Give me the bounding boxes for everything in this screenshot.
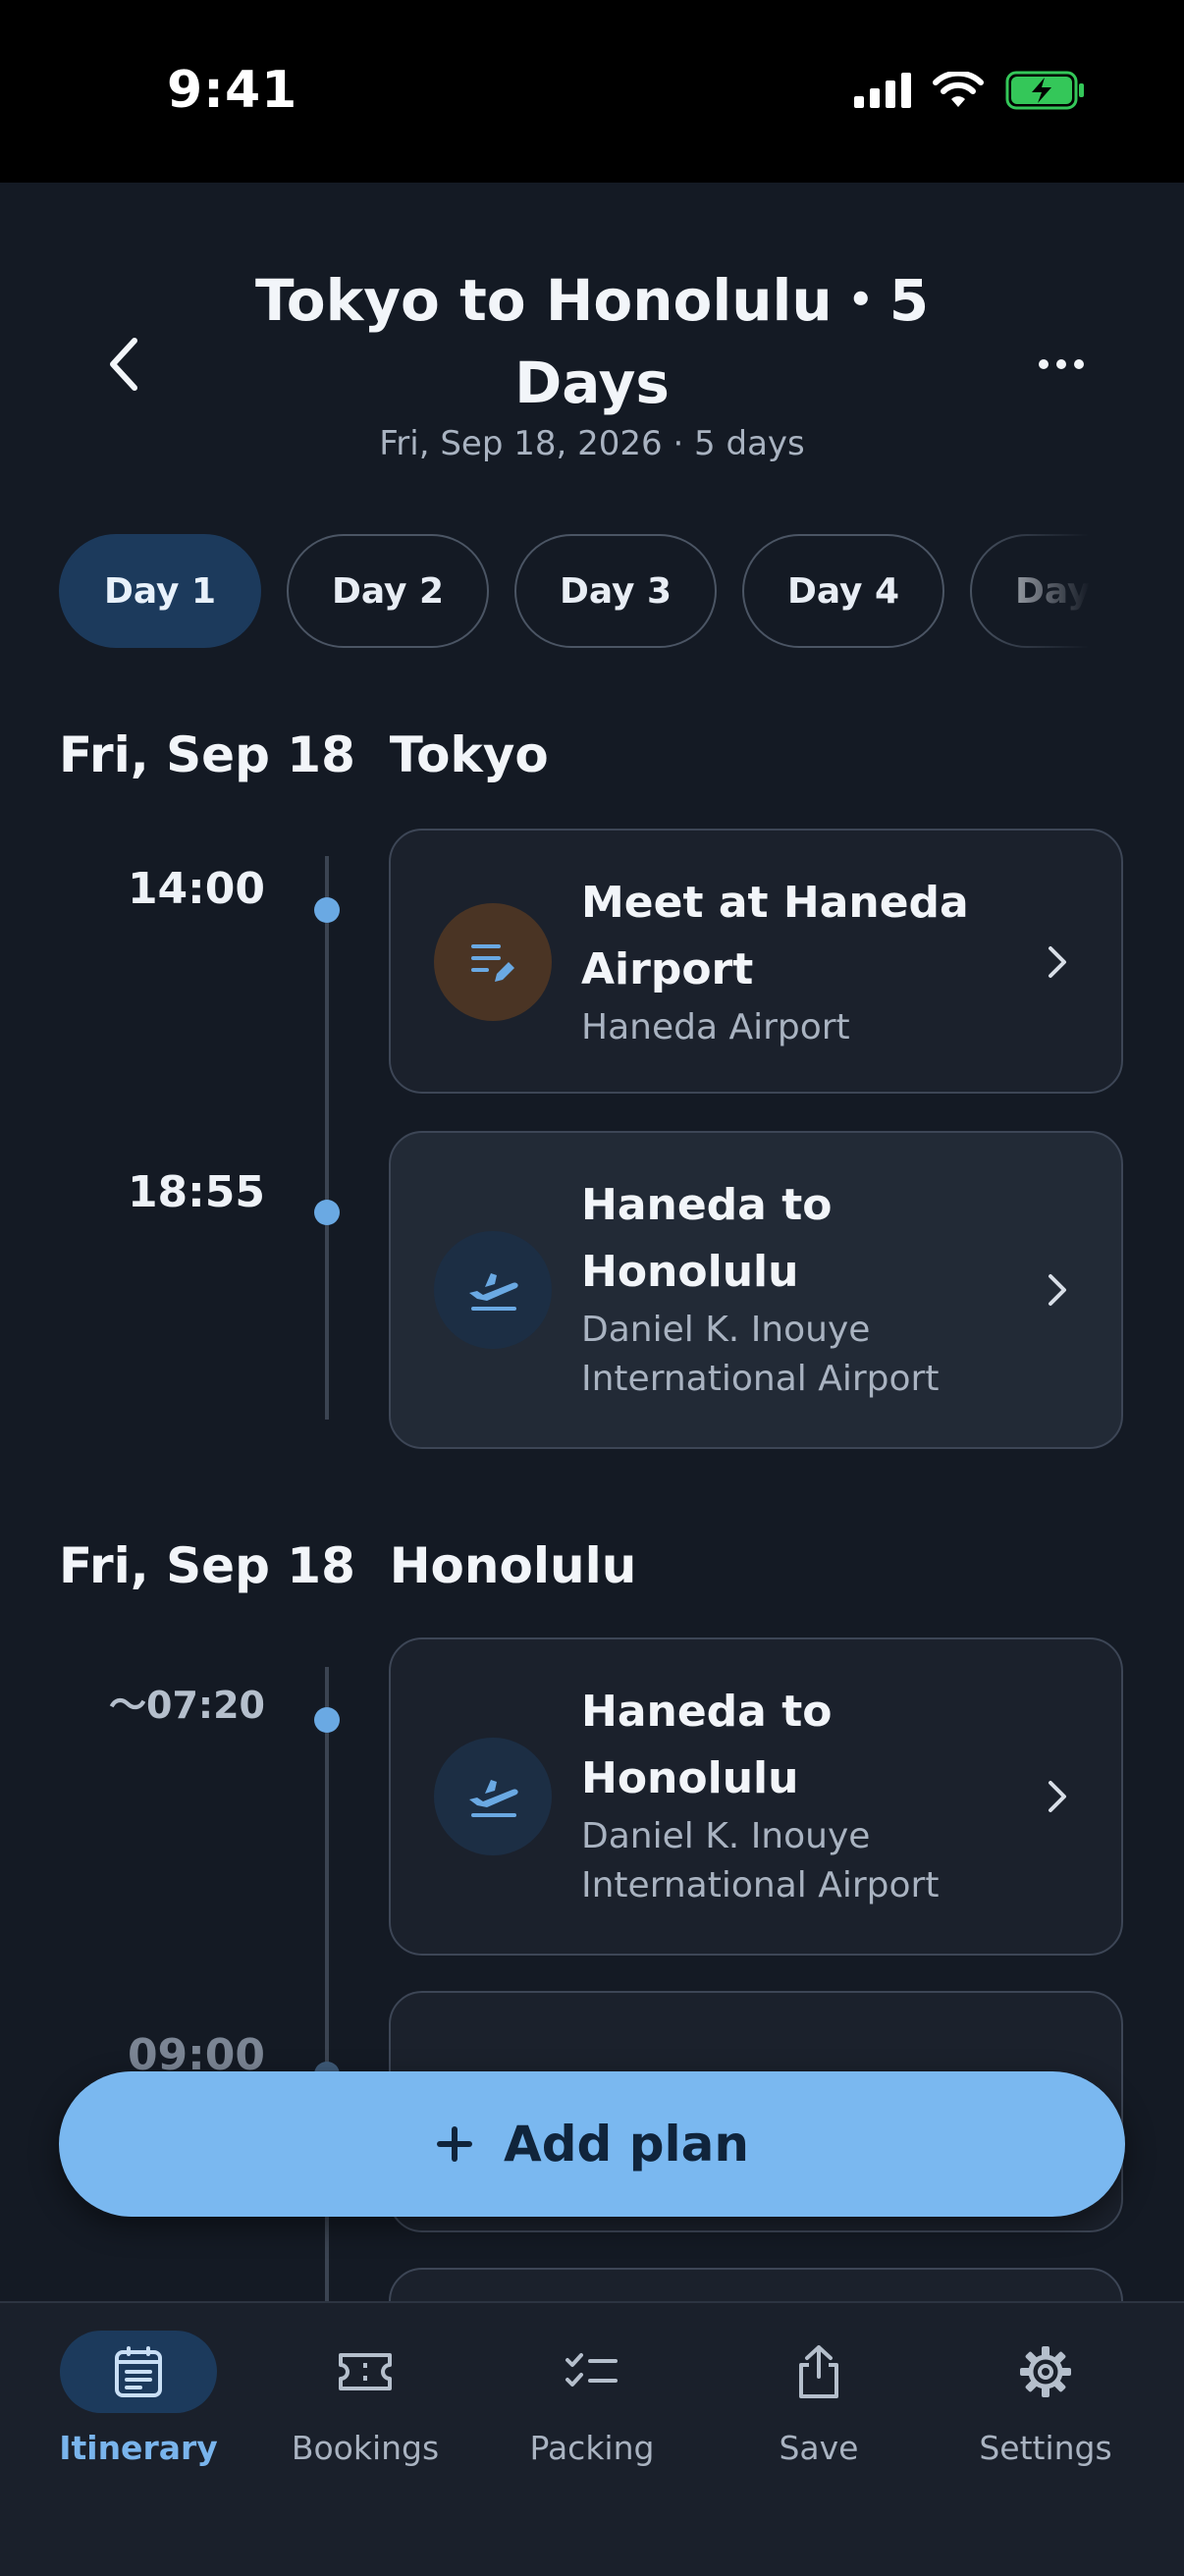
timeline-line: [325, 856, 329, 1420]
plane-departure-icon: [434, 1231, 552, 1349]
plan-location: Haneda Airport: [581, 1007, 850, 1047]
section-place: Tokyo: [389, 726, 549, 783]
nav-label: Save: [779, 2429, 859, 2467]
nav-packing[interactable]: Packing: [479, 2331, 705, 2467]
day-tabs: Day 1 Day 2 Day 3 Day 4 Day 5: [59, 534, 1090, 652]
nav-label: Bookings: [291, 2429, 440, 2467]
more-options-button[interactable]: [1017, 330, 1105, 399]
chevron-left-icon: [110, 338, 137, 391]
tab-day-5[interactable]: Day 5: [970, 534, 1090, 648]
chevron-right-icon: [1043, 1270, 1072, 1310]
tab-day-2[interactable]: Day 2: [287, 534, 489, 648]
note-edit-icon: [434, 903, 552, 1021]
nav-label: Itinerary: [59, 2429, 218, 2467]
item-time: 14:00: [127, 864, 265, 914]
nav-label: Packing: [529, 2429, 655, 2467]
item-time: 18:55: [127, 1167, 265, 1217]
trip-title: Tokyo to Honolulu・5 Days: [254, 267, 930, 416]
tab-day-1[interactable]: Day 1: [59, 534, 261, 648]
plan-card-flight-hnd-hnl[interactable]: Haneda to Honolulu Daniel K. Inouye Inte…: [389, 1131, 1123, 1449]
nav-settings[interactable]: Settings: [933, 2331, 1158, 2467]
bottom-nav: Itinerary Bookings Packing Save Settings: [0, 2301, 1184, 2576]
ellipsis-icon: [1039, 359, 1084, 369]
plan-title: Haneda to Honolulu: [581, 1687, 833, 1803]
plan-card-flight-arrival[interactable]: Haneda to Honolulu Daniel K. Inouye Inte…: [389, 1637, 1123, 1956]
nav-save[interactable]: Save: [706, 2331, 932, 2467]
plus-icon: [437, 2126, 473, 2162]
status-bar: 9:41: [0, 0, 1184, 183]
battery-charging-icon: [1005, 71, 1084, 110]
chevron-right-icon: [1043, 1777, 1072, 1816]
plan-title: Haneda to Honolulu: [581, 1180, 833, 1297]
trip-dates: Fri, Sep 18, 2026 · 5 days: [379, 424, 805, 463]
status-icons: [854, 71, 1086, 110]
status-time: 9:41: [167, 61, 298, 120]
signal-icon: [854, 73, 911, 108]
timeline-dot: [314, 1200, 340, 1225]
tab-day-4[interactable]: Day 4: [742, 534, 944, 648]
plan-title: Meet at Haneda Airport: [581, 878, 969, 994]
checklist-icon: [565, 2353, 618, 2387]
add-plan-button[interactable]: Add plan: [59, 2071, 1125, 2217]
add-plan-label: Add plan: [504, 2116, 749, 2173]
nav-itinerary[interactable]: Itinerary: [26, 2331, 251, 2467]
section-heading-tokyo: Fri, Sep 18 Tokyo: [59, 726, 549, 783]
back-button[interactable]: [88, 330, 157, 399]
timeline-dot: [314, 1707, 340, 1733]
timeline-dot: [314, 897, 340, 923]
section-date: Fri, Sep 18: [59, 1537, 355, 1594]
section-place: Honolulu: [389, 1537, 637, 1594]
gear-icon: [1020, 2346, 1071, 2397]
section-heading-honolulu: Fri, Sep 18 Honolulu: [59, 1537, 636, 1594]
plan-location: Daniel K. Inouye International Airport: [581, 1310, 940, 1399]
ticket-icon: [339, 2353, 392, 2390]
item-time: 〜07:20: [109, 1684, 265, 1727]
plan-location: Daniel K. Inouye International Airport: [581, 1816, 940, 1905]
nav-bookings[interactable]: Bookings: [252, 2331, 478, 2467]
share-icon: [799, 2345, 838, 2398]
plane-departure-icon: [434, 1738, 552, 1855]
chevron-right-icon: [1043, 942, 1072, 982]
nav-label: Settings: [979, 2429, 1112, 2467]
calendar-list-icon: [115, 2346, 162, 2397]
trip-header: Tokyo to Honolulu・5 Days Fri, Sep 18, 20…: [0, 183, 1184, 497]
plan-card-meet-haneda[interactable]: Meet at Haneda Airport Haneda Airport: [389, 829, 1123, 1094]
section-date: Fri, Sep 18: [59, 726, 355, 783]
tab-day-3[interactable]: Day 3: [514, 534, 717, 648]
wifi-icon: [933, 72, 984, 107]
